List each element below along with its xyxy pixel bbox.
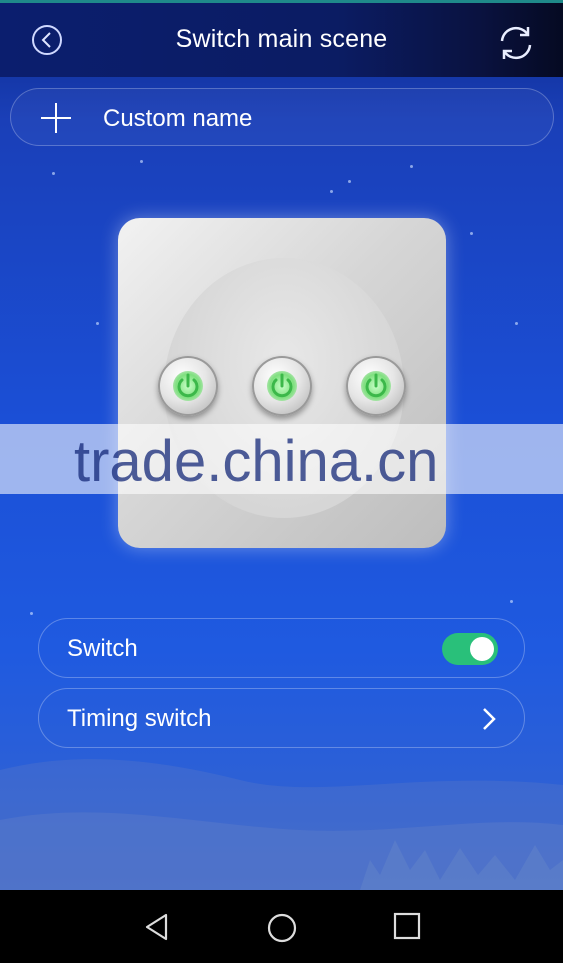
timing-switch-row[interactable]: Timing switch	[38, 688, 525, 748]
watermark-band: trade.china.cn	[0, 424, 563, 494]
power-icon	[365, 373, 387, 398]
hills-background	[0, 759, 563, 890]
custom-name-button[interactable]: Custom name	[10, 88, 554, 146]
back-nav-icon[interactable]	[142, 912, 172, 942]
power-icon	[177, 373, 199, 398]
power-button-1[interactable]	[158, 356, 218, 416]
home-nav-icon[interactable]	[266, 912, 298, 944]
power-icon	[271, 373, 293, 398]
system-nav-bar	[0, 890, 563, 963]
chevron-right-icon	[483, 708, 496, 730]
toggle-knob	[470, 637, 494, 661]
app-screen: Switch main scene Custom name trade.chin…	[0, 0, 563, 890]
plus-icon	[41, 103, 71, 133]
power-button-3[interactable]	[346, 356, 406, 416]
timing-switch-label: Timing switch	[67, 705, 212, 732]
header-bar: Switch main scene	[0, 3, 563, 77]
switch-row: Switch	[38, 618, 525, 678]
switch-label: Switch	[67, 635, 138, 662]
power-button-2[interactable]	[252, 356, 312, 416]
switch-device-image	[118, 218, 446, 548]
recents-nav-icon[interactable]	[393, 912, 421, 940]
watermark-text: trade.china.cn	[74, 429, 439, 494]
custom-name-label: Custom name	[103, 105, 253, 132]
page-title: Switch main scene	[175, 25, 388, 53]
refresh-icon[interactable]	[494, 23, 538, 63]
switch-toggle[interactable]	[442, 633, 498, 665]
